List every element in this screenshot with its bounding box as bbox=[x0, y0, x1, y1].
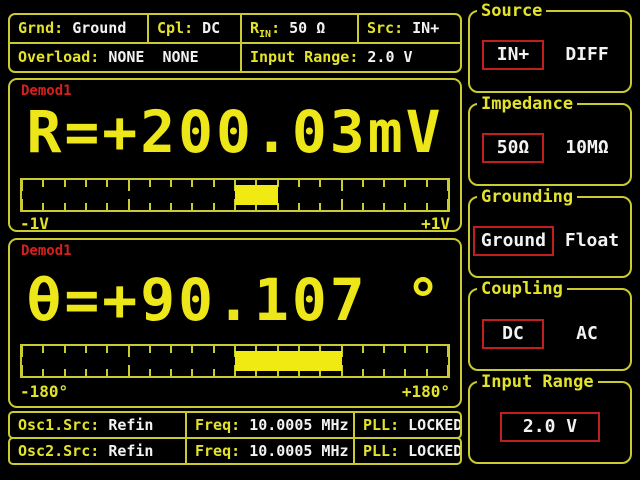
theta-bar-fill bbox=[235, 351, 342, 371]
coupling-status-label: Cpl: bbox=[157, 19, 193, 37]
osc2-status-row: Osc2.Src: Refin Freq: 10.0005 MHz PLL: L… bbox=[8, 437, 462, 465]
osc2-source-value: Refin bbox=[108, 442, 153, 460]
input-range-status: Input Range: 2.0 V bbox=[240, 44, 460, 71]
osc1-status-row: Osc1.Src: Refin Freq: 10.0005 MHz PLL: L… bbox=[8, 411, 462, 439]
osc1-pll-value: LOCKED bbox=[408, 416, 460, 434]
osc1-source-label: Osc1.Src: bbox=[18, 416, 99, 434]
osc1-pll-label: PLL: bbox=[363, 416, 399, 434]
osc2-pll-value: LOCKED bbox=[408, 442, 460, 460]
osc2-pll-label: PLL: bbox=[363, 442, 399, 460]
osc2-pll: PLL: LOCKED bbox=[353, 439, 460, 463]
osc2-freq-label: Freq: bbox=[195, 442, 240, 460]
input-range-group: Input Range 2.0 V bbox=[468, 381, 632, 464]
osc1-freq-label: Freq: bbox=[195, 416, 240, 434]
theta-axis-min-label: -180° bbox=[20, 382, 68, 401]
status-row-2: Overload: NONE NONE Input Range: 2.0 V bbox=[10, 44, 460, 71]
osc2-source: Osc2.Src: Refin bbox=[10, 439, 185, 463]
demod1-tag: Demod1 bbox=[21, 83, 72, 99]
input-status-panel: Grnd: Ground Cpl: DC RIN: 50 Ω Src: IN+ … bbox=[8, 13, 462, 73]
overload-status-value: NONE NONE bbox=[108, 48, 198, 66]
r-axis-max-label: +1V bbox=[421, 214, 450, 233]
impedance-status-label: RIN: bbox=[250, 19, 280, 37]
grounding-option-ground[interactable]: Ground bbox=[473, 226, 554, 256]
osc2-source-label: Osc2.Src: bbox=[18, 442, 99, 460]
source-status-label: Src: bbox=[367, 19, 403, 37]
demod1-theta-panel: Demod1 θ=+90.107 ° -180° +180° bbox=[8, 238, 462, 408]
osc1-freq: Freq: 10.0005 MHz bbox=[185, 413, 353, 437]
source-option-in-plus[interactable]: IN+ bbox=[482, 40, 544, 70]
coupling-option-dc[interactable]: DC bbox=[482, 319, 544, 349]
grounding-option-float[interactable]: Float bbox=[557, 226, 627, 256]
overload-status-label: Overload: bbox=[18, 48, 99, 66]
r-bar-meter bbox=[20, 178, 450, 212]
demod1-tag: Demod1 bbox=[21, 243, 72, 259]
impedance-option-10mohm[interactable]: 10MΩ bbox=[556, 133, 618, 163]
input-range-group-title: Input Range bbox=[477, 372, 598, 392]
impedance-status-value: 50 Ω bbox=[289, 19, 325, 37]
demod1-r-panel: Demod1 R=+200.03mV -1V +1V bbox=[8, 78, 462, 232]
osc2-freq: Freq: 10.0005 MHz bbox=[185, 439, 353, 463]
impedance-group: Impedance 50Ω 10MΩ bbox=[468, 103, 632, 186]
r-bar-axis: -1V +1V bbox=[20, 214, 450, 233]
source-group-title: Source bbox=[477, 1, 546, 21]
r-axis-min-label: -1V bbox=[20, 214, 49, 233]
input-range-option-2v[interactable]: 2.0 V bbox=[500, 412, 600, 442]
input-impedance-status: RIN: 50 Ω bbox=[240, 15, 357, 42]
lock-in-amplifier-screen: Grnd: Ground Cpl: DC RIN: 50 Ω Src: IN+ … bbox=[0, 0, 640, 480]
r-reading: R=+200.03mV bbox=[16, 100, 454, 164]
coupling-status-value: DC bbox=[202, 19, 220, 37]
osc1-pll: PLL: LOCKED bbox=[353, 413, 460, 437]
status-row-1: Grnd: Ground Cpl: DC RIN: 50 Ω Src: IN+ bbox=[10, 15, 460, 42]
grounding-group-title: Grounding bbox=[477, 187, 577, 207]
coupling-status: Cpl: DC bbox=[147, 15, 240, 42]
grounding-status: Grnd: Ground bbox=[10, 15, 147, 42]
theta-bar-meter bbox=[20, 344, 450, 378]
impedance-option-50ohm[interactable]: 50Ω bbox=[482, 133, 544, 163]
osc2-freq-value: 10.0005 MHz bbox=[249, 442, 348, 460]
r-bar-fill bbox=[235, 185, 278, 205]
grounding-status-value: Ground bbox=[72, 19, 126, 37]
grounding-status-label: Grnd: bbox=[18, 19, 63, 37]
source-option-diff[interactable]: DIFF bbox=[556, 40, 618, 70]
osc1-freq-value: 10.0005 MHz bbox=[249, 416, 348, 434]
coupling-group: Coupling DC AC bbox=[468, 288, 632, 371]
theta-reading: θ=+90.107 ° bbox=[16, 268, 454, 332]
osc1-source: Osc1.Src: Refin bbox=[10, 413, 185, 437]
input-range-status-value: 2.0 V bbox=[367, 48, 412, 66]
theta-axis-max-label: +180° bbox=[402, 382, 450, 401]
coupling-group-title: Coupling bbox=[477, 279, 567, 299]
settings-sidebar: Source IN+ DIFF Impedance 50Ω 10MΩ Groun… bbox=[468, 10, 632, 464]
source-status-value: IN+ bbox=[412, 19, 439, 37]
input-range-status-label: Input Range: bbox=[250, 48, 358, 66]
coupling-option-ac[interactable]: AC bbox=[556, 319, 618, 349]
source-status: Src: IN+ bbox=[357, 15, 460, 42]
theta-bar-axis: -180° +180° bbox=[20, 382, 450, 401]
impedance-group-title: Impedance bbox=[477, 94, 577, 114]
grounding-group: Grounding Ground Float bbox=[468, 196, 632, 279]
osc1-source-value: Refin bbox=[108, 416, 153, 434]
overload-status: Overload: NONE NONE bbox=[10, 44, 240, 71]
source-group: Source IN+ DIFF bbox=[468, 10, 632, 93]
